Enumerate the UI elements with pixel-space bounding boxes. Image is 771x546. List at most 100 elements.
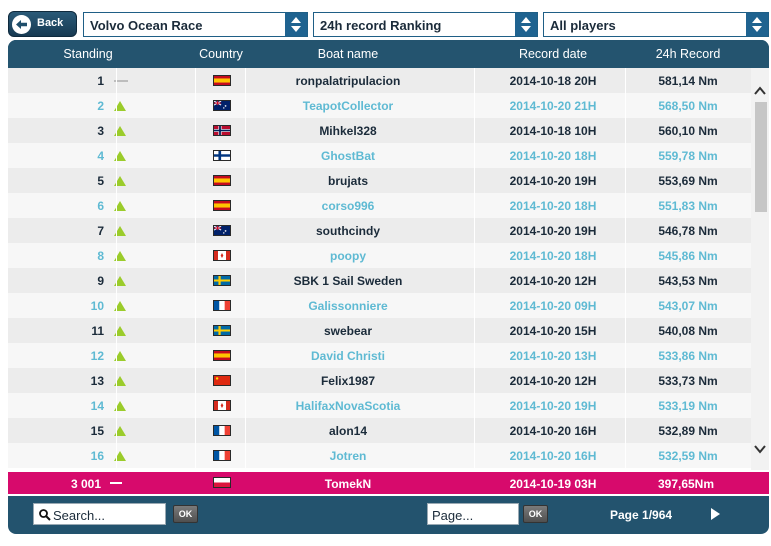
ranking-select-value: 24h record Ranking: [320, 18, 442, 33]
record-date-cell: 2014-10-20 18H: [509, 199, 597, 213]
boat-name-cell[interactable]: brujats: [238, 174, 458, 188]
record-date-cell: 2014-10-20 18H: [509, 149, 597, 163]
table-row[interactable]: 1 ronpalatripulacion 2014-10-18 20H 581,14 …: [8, 68, 751, 93]
boat-name-cell[interactable]: alon14: [238, 424, 458, 438]
boat-name-cell[interactable]: GhostBat: [238, 149, 458, 163]
flag-icon: [213, 225, 231, 236]
back-arrow-icon: [12, 15, 31, 34]
table-row[interactable]: 16 Jotren 2014-10-20 16H 532,59 Nm: [8, 443, 751, 468]
scrollbar[interactable]: [751, 68, 769, 470]
top-bar: Back Volvo Ocean Race 24h record Ranking…: [0, 0, 771, 40]
flag-icon: [213, 350, 231, 361]
flag-icon: [213, 175, 231, 186]
boat-name-cell[interactable]: corso996: [238, 199, 458, 213]
record-date-cell: 2014-10-20 16H: [509, 424, 597, 438]
column-country[interactable]: Country: [186, 47, 256, 61]
page-input[interactable]: Page...: [427, 503, 519, 525]
column-divider: [474, 68, 475, 470]
table-row[interactable]: 13 Felix1987 2014-10-20 12H 533,73 Nm: [8, 368, 751, 393]
boat-name-cell[interactable]: Felix1987: [238, 374, 458, 388]
column-standing[interactable]: Standing: [48, 47, 128, 61]
search-ok-button[interactable]: OK: [173, 505, 198, 523]
record-value-cell: 560,10 Nm: [658, 124, 718, 138]
table-row[interactable]: 11 swebear 2014-10-20 15H 540,08 Nm: [8, 318, 751, 343]
boat-name-cell[interactable]: swebear: [238, 324, 458, 338]
record-value-cell: 543,07 Nm: [658, 299, 718, 313]
scroll-up-icon[interactable]: [753, 84, 767, 98]
table-row[interactable]: 7 southcindy 2014-10-20 19H 546,78 Nm: [8, 218, 751, 243]
scroll-down-icon[interactable]: [753, 442, 767, 456]
back-label: Back: [37, 17, 64, 29]
select-arrows-icon: [746, 13, 768, 36]
players-select[interactable]: All players: [543, 12, 769, 37]
record-date-cell: 2014-10-20 13H: [509, 349, 597, 363]
boat-name-cell[interactable]: David Christi: [238, 349, 458, 363]
trend-same-icon: [110, 482, 122, 484]
my-record-date: 2014-10-19 03H: [509, 477, 597, 491]
boat-name-cell[interactable]: HalifaxNovaScotia: [238, 399, 458, 413]
boat-name-cell[interactable]: TeapotCollector: [238, 99, 458, 113]
back-button[interactable]: Back: [8, 11, 77, 37]
select-arrows-icon: [285, 13, 307, 36]
rank-cell: 16: [90, 449, 104, 463]
flag-icon: [213, 250, 231, 261]
flag-icon: [213, 400, 231, 411]
column-record-date[interactable]: Record date: [483, 47, 623, 61]
column-divider: [116, 68, 117, 470]
boat-name-cell[interactable]: Jotren: [238, 449, 458, 463]
column-divider: [245, 68, 246, 470]
record-date-cell: 2014-10-20 19H: [509, 174, 597, 188]
my-ranking-row[interactable]: 3 001 TomekN 2014-10-19 03H 397,65Nm: [8, 472, 769, 494]
rank-cell: 10: [90, 299, 104, 313]
next-page-icon[interactable]: [708, 507, 722, 521]
boat-name-cell[interactable]: Mihkel328: [238, 124, 458, 138]
my-24h-record: 397,65Nm: [657, 477, 715, 491]
record-date-cell: 2014-10-18 10H: [509, 124, 597, 138]
column-divider: [195, 68, 196, 470]
players-select-value: All players: [550, 18, 616, 33]
column-divider: [625, 68, 626, 470]
rank-cell: 11: [91, 324, 104, 338]
footer-bar: Search... OK Page... OK Page 1/964: [8, 496, 769, 534]
table-row[interactable]: 12 David Christi 2014-10-20 13H 533,86 Nm: [8, 343, 751, 368]
search-icon: [39, 509, 51, 521]
flag-icon: [213, 100, 231, 111]
record-date-cell: 2014-10-20 12H: [509, 274, 597, 288]
rank-cell: 7: [97, 224, 104, 238]
race-select[interactable]: Volvo Ocean Race: [83, 12, 308, 37]
boat-name-cell[interactable]: southcindy: [238, 224, 458, 238]
scroll-thumb[interactable]: [755, 102, 767, 212]
record-value-cell: 533,73 Nm: [658, 374, 718, 388]
table-row[interactable]: 9 SBK 1 Sail Sweden 2014-10-20 12H 543,53 N…: [8, 268, 751, 293]
ranking-select[interactable]: 24h record Ranking: [313, 12, 538, 37]
ranking-table: Standing Country Boat name Record date 2…: [8, 40, 769, 470]
table-row[interactable]: 2 TeapotCollector 2014-10-20 21H 568,50 Nm: [8, 93, 751, 118]
record-date-cell: 2014-10-20 21H: [509, 99, 597, 113]
flag-icon: [213, 275, 231, 286]
record-value-cell: 532,89 Nm: [658, 424, 718, 438]
column-24h-record[interactable]: 24h Record: [618, 47, 758, 61]
table-row[interactable]: 8 poopy 2014-10-20 18H 545,86 Nm: [8, 243, 751, 268]
flag-icon: [213, 125, 231, 136]
search-input[interactable]: Search...: [33, 503, 166, 525]
table-row[interactable]: 4 GhostBat 2014-10-20 18H 559,78 Nm: [8, 143, 751, 168]
boat-name-cell[interactable]: Galissonniere: [238, 299, 458, 313]
boat-name-cell[interactable]: poopy: [238, 249, 458, 263]
record-value-cell: 553,69 Nm: [658, 174, 718, 188]
table-row[interactable]: 5 brujats 2014-10-20 19H 553,69 Nm: [8, 168, 751, 193]
rank-cell: 2: [97, 99, 104, 113]
table-header: Standing Country Boat name Record date 2…: [8, 40, 769, 68]
table-row[interactable]: 10 Galissonniere 2014-10-20 09H 543,07 Nm: [8, 293, 751, 318]
boat-name-cell[interactable]: ronpalatripulacion: [238, 74, 458, 88]
table-row[interactable]: 6 corso996 2014-10-20 18H 551,83 Nm: [8, 193, 751, 218]
table-row[interactable]: 14 HalifaxNovaScotia 2014-10-20 19H 533,19 …: [8, 393, 751, 418]
my-boat-name: TomekN: [324, 477, 372, 491]
boat-name-cell[interactable]: SBK 1 Sail Sweden: [238, 274, 458, 288]
table-row[interactable]: 15 alon14 2014-10-20 16H 532,89 Nm: [8, 418, 751, 443]
record-value-cell: 551,83 Nm: [658, 199, 718, 213]
race-select-value: Volvo Ocean Race: [90, 18, 203, 33]
page-ok-button[interactable]: OK: [523, 505, 548, 523]
select-arrows-icon: [515, 13, 537, 36]
table-row[interactable]: 3 Mihkel328 2014-10-18 10H 560,10 Nm: [8, 118, 751, 143]
column-boat-name[interactable]: Boat name: [278, 47, 418, 61]
